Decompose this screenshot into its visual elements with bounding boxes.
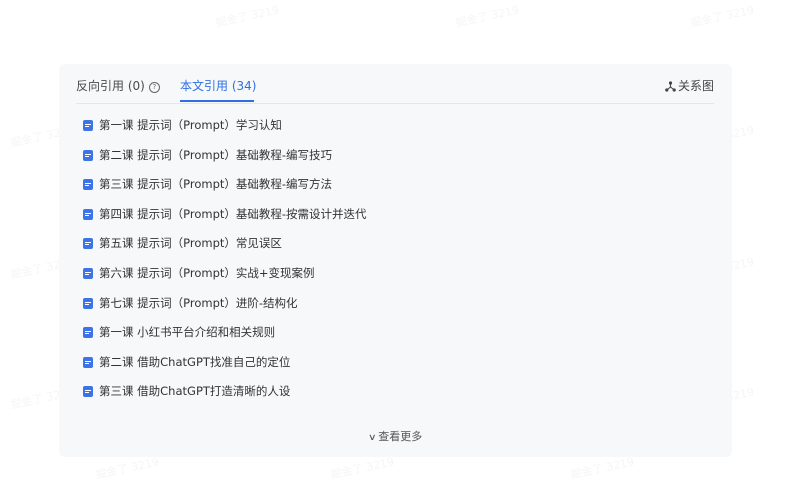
document-icon: [83, 120, 93, 131]
help-icon[interactable]: ?: [148, 82, 160, 93]
document-icon: [83, 208, 93, 220]
reference-item-label: 第一课 小红书平台介绍和相关规则: [99, 325, 276, 340]
reference-item-label: 第一课 提示词（Prompt）学习认知: [99, 118, 282, 132]
reference-item[interactable]: 第七课 提示词（Prompt）进阶-结构化: [83, 295, 367, 325]
watermark-text: 掘金了 3219: [329, 453, 395, 482]
graph-button-label: 关系图: [677, 79, 714, 93]
reference-item[interactable]: 第六课 提示词（Prompt）实战+变现案例: [83, 265, 367, 295]
reference-item-label: 第二课 借助ChatGPT找准自己的定位: [99, 354, 291, 369]
watermark-text: 掘金了 3219: [214, 1, 280, 30]
watermark-text: 掘金了 3219: [569, 453, 635, 482]
reference-item-label: 第三课 借助ChatGPT打造清晰的人设: [99, 384, 291, 399]
document-icon: [83, 149, 93, 161]
document-icon: [83, 386, 93, 398]
show-more-label: 查看更多: [378, 430, 423, 443]
watermark-text: 掘金了 3219: [94, 453, 160, 482]
reference-item-label: 第三课 提示词（Prompt）基础教程-编写方法: [99, 177, 333, 192]
watermark-text: 掘金了 3219: [454, 1, 520, 30]
graph-icon: [665, 81, 676, 92]
reference-item[interactable]: 第五课 提示词（Prompt）常见误区: [83, 235, 367, 265]
reference-item-label: 第四课 提示词（Prompt）基础教程-按需设计并迭代: [99, 206, 367, 221]
tab-references[interactable]: 本文引用 (34): [180, 78, 256, 94]
reference-item-label: 第五课 提示词（Prompt）常见误区: [99, 236, 282, 251]
reference-item[interactable]: 第一课 小红书平台介绍和相关规则: [83, 324, 367, 354]
reference-item-label: 第七课 提示词（Prompt）进阶-结构化: [99, 295, 298, 310]
watermark-text: 掘金了 3219: [689, 1, 755, 30]
tab-bar: 反向引用 (0)? 本文引用 (34) 关系图: [76, 64, 714, 104]
tab-references-label: 本文引用 (34): [180, 79, 257, 93]
show-more-button[interactable]: ∨ 查看更多: [59, 430, 732, 445]
reference-item[interactable]: 第四课 提示词（Prompt）基础教程-按需设计并迭代: [83, 206, 367, 236]
tab-backlinks[interactable]: 反向引用 (0)?: [76, 78, 160, 94]
document-icon: [83, 267, 93, 279]
reference-item[interactable]: 第二课 借助ChatGPT找准自己的定位: [83, 354, 367, 384]
chevron-down-icon: ∨: [367, 433, 377, 443]
document-icon: [83, 327, 93, 339]
document-icon: [83, 297, 93, 309]
reference-list: 第一课 提示词（Prompt）学习认知 第二课 提示词（Prompt）基础教程-…: [83, 117, 367, 413]
reference-item-label: 第六课 提示词（Prompt）实战+变现案例: [99, 265, 315, 280]
document-icon: [83, 179, 93, 191]
reference-item[interactable]: 第二课 提示词（Prompt）基础教程-编写技巧: [83, 147, 367, 177]
reference-item[interactable]: 第三课 借助ChatGPT打造清晰的人设: [83, 383, 367, 413]
relationship-graph-button[interactable]: 关系图: [665, 78, 714, 94]
reference-item[interactable]: 第三课 提示词（Prompt）基础教程-编写方法: [83, 176, 367, 206]
reference-item[interactable]: 第一课 提示词（Prompt）学习认知: [83, 117, 367, 147]
reference-item-label: 第二课 提示词（Prompt）基础教程-编写技巧: [99, 147, 333, 162]
tab-backlinks-label: 反向引用 (0): [76, 79, 145, 93]
document-icon: [83, 356, 93, 368]
active-tab-indicator: [180, 100, 254, 102]
references-panel: 反向引用 (0)? 本文引用 (34) 关系图 第一课 提示词（Prompt）学…: [59, 64, 732, 457]
document-icon: [83, 238, 93, 250]
